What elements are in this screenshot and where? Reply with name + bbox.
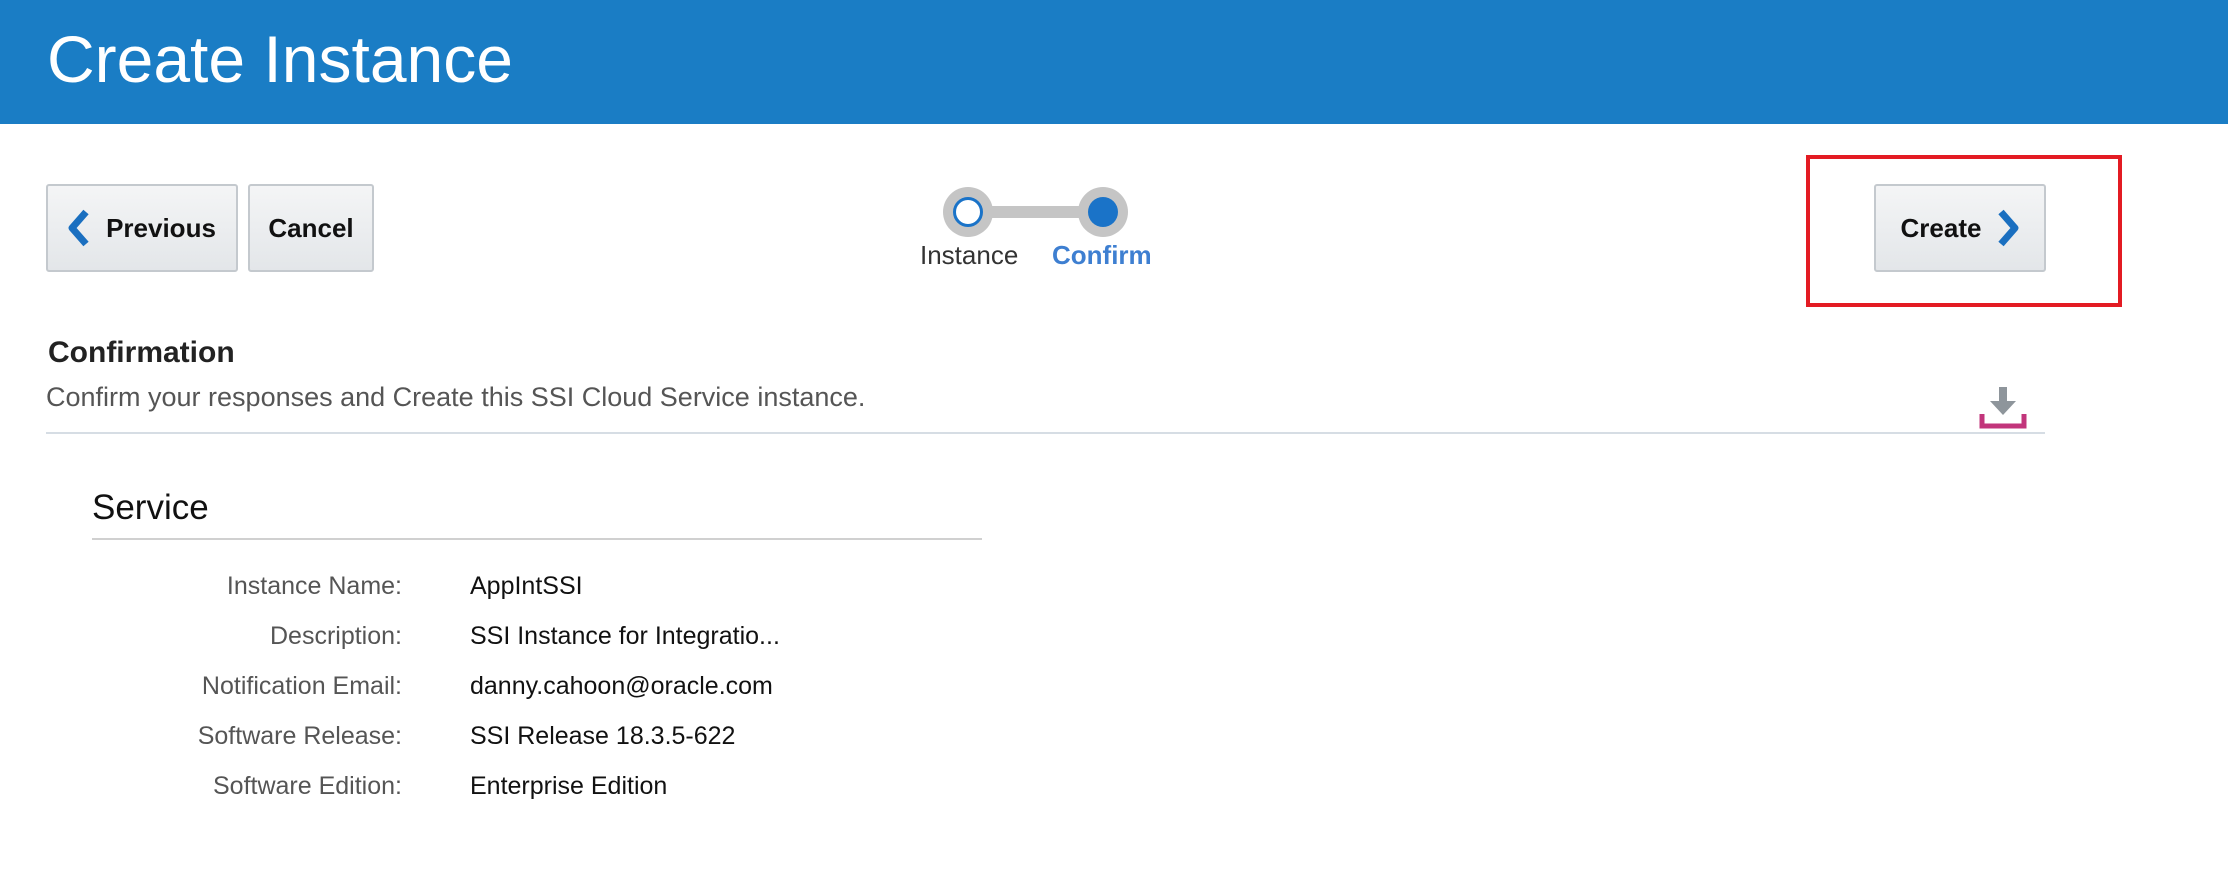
description-value: SSI Instance for Integratio...: [470, 622, 780, 650]
detail-row-description: Description: SSI Instance for Integratio…: [0, 616, 1200, 656]
software-release-label: Software Release:: [197, 722, 402, 750]
train-step-instance-dot[interactable]: [943, 187, 993, 237]
notification-email-value: danny.cahoon@oracle.com: [470, 672, 773, 700]
page-title: Create Instance: [47, 22, 513, 96]
instance-name-value: AppIntSSI: [470, 572, 583, 600]
confirmation-description: Confirm your responses and Create this S…: [46, 382, 866, 412]
previous-button-label: Previous: [106, 212, 216, 243]
train-step-instance-label[interactable]: Instance: [920, 238, 1018, 272]
detail-row-software-release: Software Release: SSI Release 18.3.5-622: [0, 716, 1200, 756]
create-button-highlight: [1806, 155, 2122, 307]
detail-row-instance-name: Instance Name: AppIntSSI: [0, 566, 1200, 606]
software-edition-label: Software Edition:: [213, 772, 402, 800]
page-header: Create Instance: [0, 0, 2228, 124]
service-divider: [92, 538, 982, 540]
notification-email-label: Notification Email:: [201, 672, 402, 700]
cancel-button[interactable]: Cancel: [248, 184, 374, 272]
instance-name-label: Instance Name:: [226, 572, 402, 600]
train-step-confirm-label: Confirm: [1052, 240, 1152, 270]
previous-button[interactable]: Previous: [46, 184, 238, 272]
software-release-value: SSI Release 18.3.5-622: [470, 722, 736, 750]
detail-row-notification-email: Notification Email: danny.cahoon@oracle.…: [0, 666, 1200, 706]
cancel-button-label: Cancel: [268, 212, 354, 243]
detail-row-software-edition: Software Edition: Enterprise Edition: [0, 766, 1200, 806]
software-edition-value: Enterprise Edition: [470, 772, 668, 800]
service-section-title: Service: [92, 488, 209, 527]
train-step-confirm-dot: [1078, 187, 1128, 237]
chevron-left-icon: [68, 209, 89, 247]
confirmation-title: Confirmation: [48, 336, 235, 369]
download-icon[interactable]: [1978, 384, 2028, 430]
description-label: Description:: [270, 622, 402, 650]
confirmation-divider: [46, 432, 2045, 434]
